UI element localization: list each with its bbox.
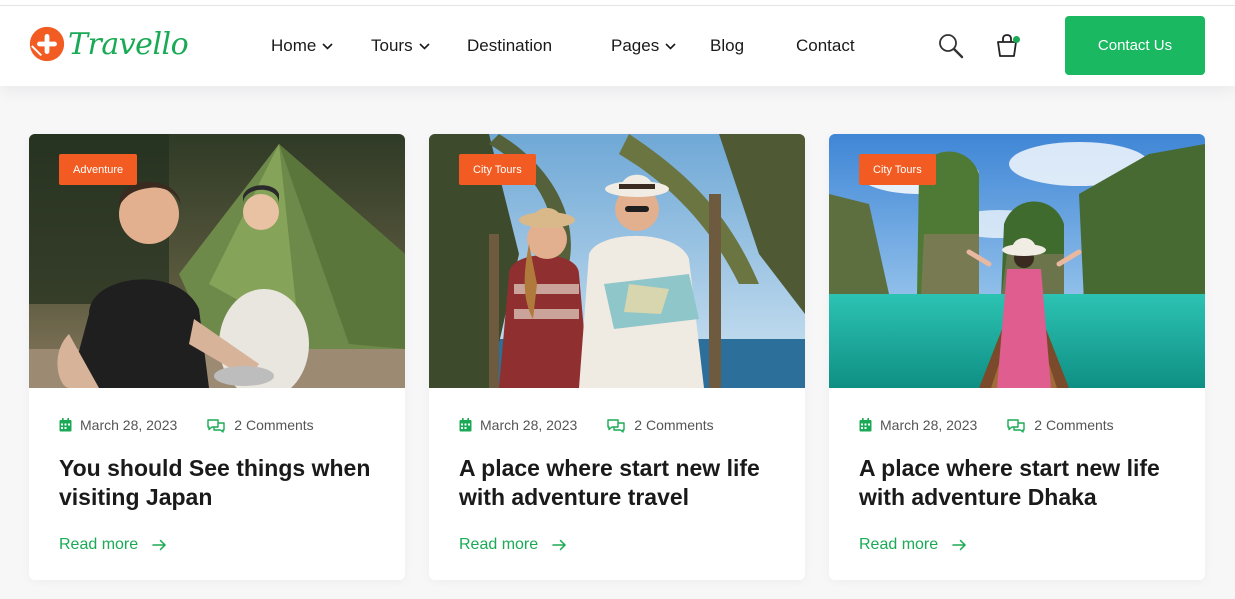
read-more-label: Read more [859, 536, 939, 553]
chevron-down-icon [665, 42, 676, 50]
post-title[interactable]: You should See things when visiting Japa… [59, 454, 379, 512]
post-title[interactable]: A place where start new life with advent… [859, 454, 1179, 512]
read-more-label: Read more [59, 536, 139, 553]
arrow-right-icon [952, 539, 967, 551]
chevron-down-icon [419, 42, 430, 50]
calendar-icon [459, 418, 472, 432]
arrow-right-icon [152, 539, 167, 551]
cart-button[interactable] [993, 31, 1021, 59]
post-title[interactable]: A place where start new life with advent… [459, 454, 779, 512]
nav-home-label: Home [271, 36, 317, 55]
contact-us-button[interactable]: Contact Us [1065, 16, 1205, 75]
blog-card: City Tours March 28, 2023 2 Comments A p… [829, 134, 1205, 580]
calendar-icon [859, 418, 872, 432]
comments-count[interactable]: 2 Comments [1034, 417, 1113, 433]
nav-destination[interactable]: Destination [467, 36, 552, 56]
post-date: March 28, 2023 [80, 417, 178, 433]
brand-name: Travello [68, 26, 189, 62]
comments-icon [1007, 418, 1025, 433]
logo-plane-icon [29, 26, 65, 62]
chevron-down-icon [322, 42, 333, 50]
comments-icon [607, 418, 625, 433]
blog-card-image[interactable]: City Tours [429, 134, 805, 388]
category-badge[interactable]: Adventure [59, 154, 138, 185]
nav-tours[interactable]: Tours [371, 36, 430, 56]
nav-contact[interactable]: Contact [796, 36, 855, 56]
read-more-link[interactable]: Read more [59, 536, 167, 554]
calendar-icon [59, 418, 72, 432]
nav-destination-label: Destination [467, 36, 553, 55]
search-icon [939, 34, 964, 59]
read-more-link[interactable]: Read more [459, 536, 567, 554]
brand-logo[interactable]: Travello [28, 24, 189, 64]
post-date: March 28, 2023 [480, 417, 578, 433]
post-meta: March 28, 2023 2 Comments [59, 417, 314, 433]
blog-card-image[interactable]: City Tours [829, 134, 1205, 388]
read-more-label: Read more [459, 536, 539, 553]
read-more-link[interactable]: Read more [859, 536, 967, 554]
arrow-right-icon [552, 539, 567, 551]
post-meta: March 28, 2023 2 Comments [459, 417, 714, 433]
blog-card: City Tours March 28, 2023 2 Comments A p… [429, 134, 805, 580]
nav-pages[interactable]: Pages [611, 36, 676, 56]
category-badge[interactable]: City Tours [459, 154, 536, 185]
nav-tours-label: Tours [371, 36, 413, 55]
blog-card-image[interactable]: Adventure [29, 134, 405, 388]
nav-contact-label: Contact [796, 36, 855, 55]
search-button[interactable] [937, 32, 965, 60]
nav-home[interactable]: Home [271, 36, 333, 56]
nav-pages-label: Pages [611, 36, 660, 55]
comments-count[interactable]: 2 Comments [634, 417, 713, 433]
post-meta: March 28, 2023 2 Comments [859, 417, 1114, 433]
comments-icon [207, 418, 225, 433]
comments-count[interactable]: 2 Comments [234, 417, 313, 433]
cart-indicator-dot [1013, 36, 1020, 43]
category-badge[interactable]: City Tours [859, 154, 936, 185]
nav-blog-label: Blog [710, 36, 745, 55]
blog-card: Adventure March 28, 2023 2 Comments You … [29, 134, 405, 580]
nav-blog[interactable]: Blog [710, 36, 744, 56]
post-date: March 28, 2023 [880, 417, 978, 433]
site-header: Travello Home Tours Destination Pages Bl… [0, 6, 1235, 86]
